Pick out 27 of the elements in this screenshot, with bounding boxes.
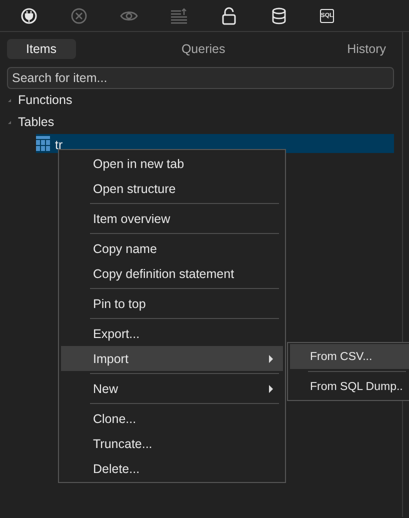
menu-item[interactable]: Truncate... [61,431,283,456]
menu-item[interactable]: From SQL Dump.. [290,374,409,399]
lock-icon[interactable] [220,6,238,24]
tab[interactable]: Queries [165,38,242,58]
tab[interactable]: Items [7,38,76,58]
plug-icon[interactable] [20,6,38,24]
tree-item[interactable]: Functions [18,93,72,107]
menu-item[interactable]: Pin to top [61,291,283,316]
tree-item[interactable]: Tables [18,115,54,129]
menu-item[interactable]: Copy definition statement [61,261,283,286]
database-icon[interactable] [270,6,288,24]
menu-item[interactable]: Open structure [61,176,283,201]
expand-arrow-icon[interactable] [8,120,11,124]
menu-item[interactable]: From CSV... [290,344,409,369]
submenu-arrow-icon [269,355,273,363]
menu-item[interactable]: Copy name [61,236,283,261]
search-field[interactable]: Search for item... [7,67,394,89]
menu-item[interactable]: Delete... [61,456,283,481]
menu-item[interactable]: Item overview [61,206,283,231]
submenu-arrow-icon [269,385,273,393]
expand-arrow-icon[interactable] [8,98,11,102]
menu-item[interactable]: Open in new tab [61,151,283,176]
menu-item[interactable]: New [61,376,283,401]
table-icon [36,136,50,151]
menu-item[interactable]: Export... [61,321,283,346]
menu-item[interactable]: Clone... [61,406,283,431]
tab[interactable]: History [331,38,402,58]
